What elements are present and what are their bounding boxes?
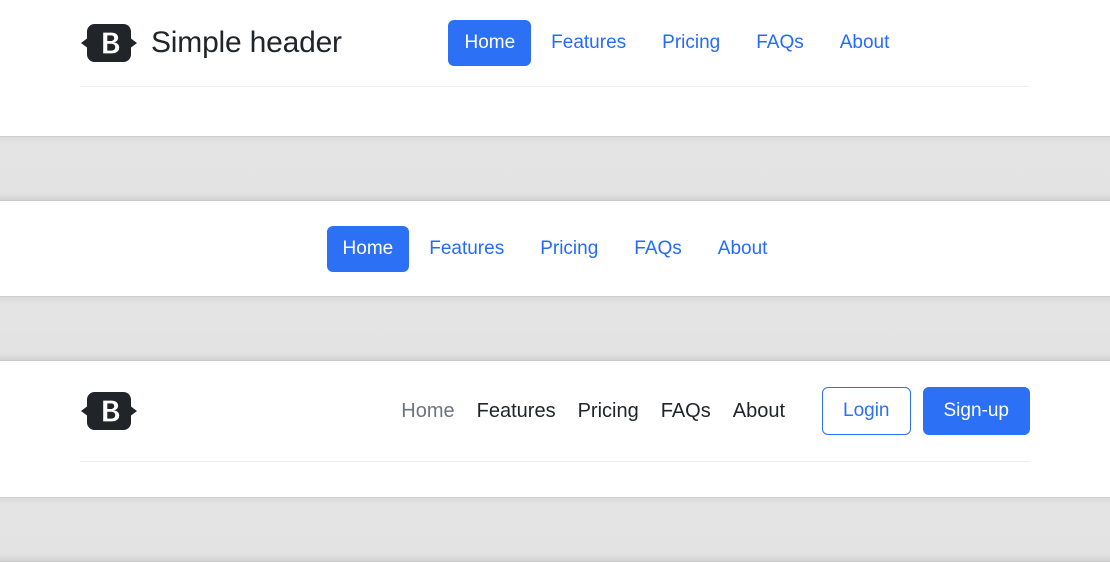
nav-item-faqs[interactable]: FAQs — [618, 226, 698, 272]
nav-item-faqs[interactable]: FAQs — [740, 20, 820, 66]
bootstrap-b-logo-icon[interactable] — [80, 388, 138, 434]
header-actions-section: Home Features Pricing FAQs About Login S… — [0, 361, 1110, 497]
nav-item-about[interactable]: About — [824, 20, 906, 66]
nav-item-pricing[interactable]: Pricing — [524, 226, 614, 272]
header-centered-container: Home Features Pricing FAQs About — [80, 201, 1030, 297]
auth-buttons: Login Sign-up — [822, 386, 1030, 436]
header-simple: Simple header Home Features Pricing FAQs… — [80, 0, 1030, 87]
header-simple-container: Simple header Home Features Pricing FAQs… — [80, 0, 1030, 87]
header-simple-section: Simple header Home Features Pricing FAQs… — [0, 0, 1110, 136]
separator-band-2 — [0, 296, 1110, 361]
header-simple-nav: Home Features Pricing FAQs About — [448, 20, 923, 66]
nav-item-pricing[interactable]: Pricing — [567, 390, 650, 432]
separator-band-3 — [0, 497, 1110, 562]
page-root: Simple header Home Features Pricing FAQs… — [0, 0, 1110, 562]
login-button[interactable]: Login — [822, 386, 911, 436]
nav-item-home[interactable]: Home — [448, 20, 532, 66]
header-actions-nav: Home Features Pricing FAQs About — [390, 390, 796, 432]
nav-item-pricing[interactable]: Pricing — [646, 20, 736, 66]
header-centered: Home Features Pricing FAQs About — [80, 201, 1030, 297]
signup-button[interactable]: Sign-up — [922, 386, 1030, 436]
separator-band-1 — [0, 136, 1110, 201]
brand-link[interactable]: Simple header — [80, 20, 342, 66]
nav-item-home[interactable]: Home — [390, 390, 465, 432]
header-centered-nav: Home Features Pricing FAQs About — [326, 226, 784, 272]
bootstrap-b-logo-icon — [80, 20, 138, 66]
header-centered-section: Home Features Pricing FAQs About — [0, 201, 1110, 296]
brand-title: Simple header — [151, 26, 342, 59]
nav-item-features[interactable]: Features — [535, 20, 642, 66]
nav-item-about[interactable]: About — [722, 390, 796, 432]
nav-item-about[interactable]: About — [702, 226, 784, 272]
header-actions: Home Features Pricing FAQs About Login S… — [80, 361, 1030, 462]
header-actions-container: Home Features Pricing FAQs About Login S… — [80, 361, 1030, 462]
nav-item-features[interactable]: Features — [413, 226, 520, 272]
nav-item-features[interactable]: Features — [466, 390, 567, 432]
nav-item-home[interactable]: Home — [326, 226, 410, 272]
nav-item-faqs[interactable]: FAQs — [650, 390, 722, 432]
